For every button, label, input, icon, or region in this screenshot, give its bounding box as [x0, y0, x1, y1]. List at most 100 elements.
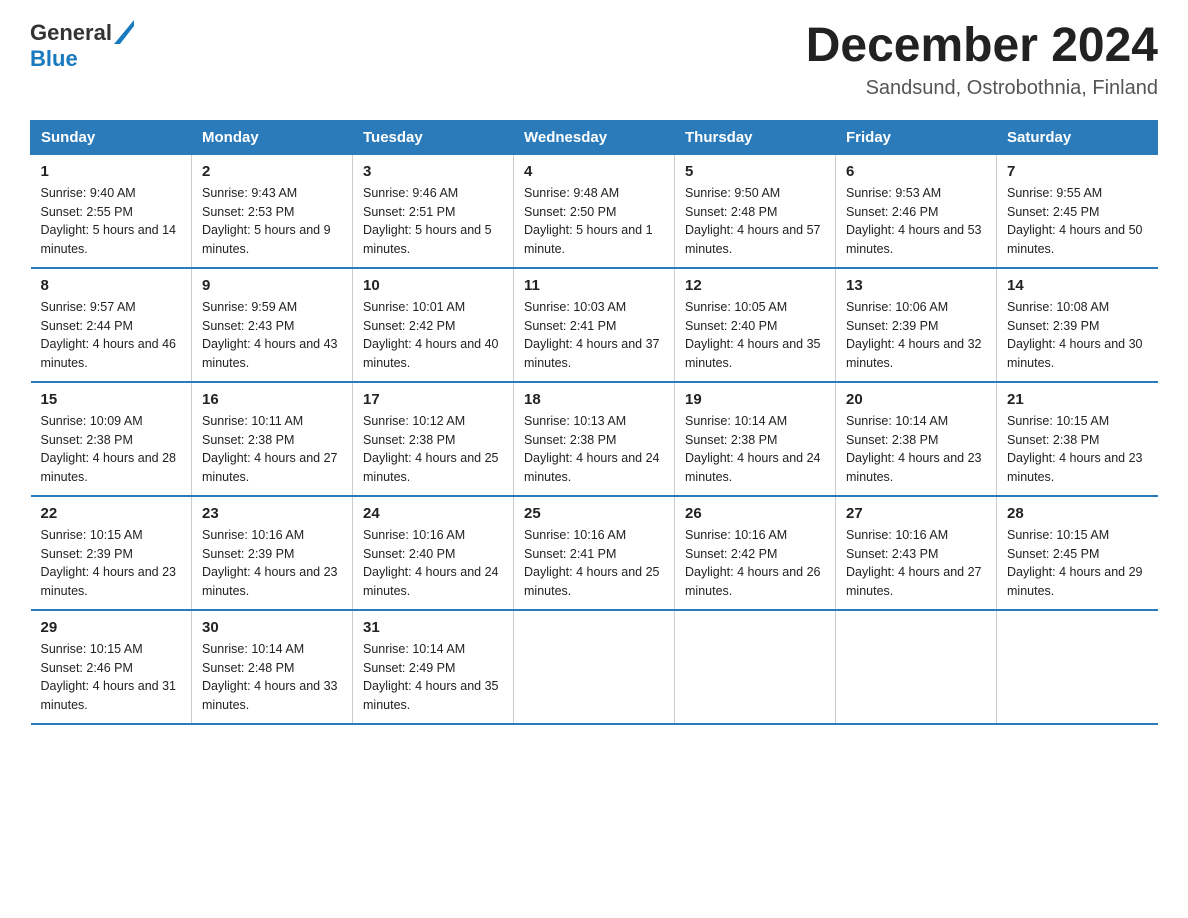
table-row: 15 Sunrise: 10:09 AM Sunset: 2:38 PM Day…	[31, 382, 192, 496]
table-row: 14 Sunrise: 10:08 AM Sunset: 2:39 PM Day…	[997, 268, 1158, 382]
day-number: 20	[846, 391, 986, 408]
day-number: 6	[846, 163, 986, 180]
header-friday: Friday	[836, 120, 997, 154]
day-info: Sunrise: 9:46 AM Sunset: 2:51 PM Dayligh…	[363, 184, 503, 259]
table-row: 1 Sunrise: 9:40 AM Sunset: 2:55 PM Dayli…	[31, 154, 192, 268]
day-info: Sunrise: 10:16 AM Sunset: 2:39 PM Daylig…	[202, 526, 342, 601]
day-info: Sunrise: 10:15 AM Sunset: 2:46 PM Daylig…	[41, 640, 182, 715]
day-number: 14	[1007, 277, 1148, 294]
table-row: 29 Sunrise: 10:15 AM Sunset: 2:46 PM Day…	[31, 610, 192, 724]
day-info: Sunrise: 10:16 AM Sunset: 2:40 PM Daylig…	[363, 526, 503, 601]
day-number: 24	[363, 505, 503, 522]
header-saturday: Saturday	[997, 120, 1158, 154]
day-number: 10	[363, 277, 503, 294]
day-info: Sunrise: 10:03 AM Sunset: 2:41 PM Daylig…	[524, 298, 664, 373]
day-number: 5	[685, 163, 825, 180]
day-number: 25	[524, 505, 664, 522]
page-header: General Blue December 2024 Sandsund, Ost…	[30, 20, 1158, 100]
location-subtitle: Sandsund, Ostrobothnia, Finland	[806, 77, 1158, 100]
day-info: Sunrise: 10:14 AM Sunset: 2:48 PM Daylig…	[202, 640, 342, 715]
calendar-week-row: 22 Sunrise: 10:15 AM Sunset: 2:39 PM Day…	[31, 496, 1158, 610]
table-row: 27 Sunrise: 10:16 AM Sunset: 2:43 PM Day…	[836, 496, 997, 610]
day-number: 3	[363, 163, 503, 180]
title-section: December 2024 Sandsund, Ostrobothnia, Fi…	[806, 20, 1158, 100]
table-row: 31 Sunrise: 10:14 AM Sunset: 2:49 PM Day…	[353, 610, 514, 724]
day-info: Sunrise: 10:14 AM Sunset: 2:38 PM Daylig…	[685, 412, 825, 487]
table-row	[514, 610, 675, 724]
day-info: Sunrise: 9:57 AM Sunset: 2:44 PM Dayligh…	[41, 298, 182, 373]
day-number: 27	[846, 505, 986, 522]
day-info: Sunrise: 10:15 AM Sunset: 2:38 PM Daylig…	[1007, 412, 1148, 487]
table-row: 21 Sunrise: 10:15 AM Sunset: 2:38 PM Day…	[997, 382, 1158, 496]
day-number: 8	[41, 277, 182, 294]
day-info: Sunrise: 9:48 AM Sunset: 2:50 PM Dayligh…	[524, 184, 664, 259]
table-row: 28 Sunrise: 10:15 AM Sunset: 2:45 PM Day…	[997, 496, 1158, 610]
day-info: Sunrise: 10:12 AM Sunset: 2:38 PM Daylig…	[363, 412, 503, 487]
header-sunday: Sunday	[31, 120, 192, 154]
calendar-table: Sunday Monday Tuesday Wednesday Thursday…	[30, 120, 1158, 725]
day-info: Sunrise: 9:59 AM Sunset: 2:43 PM Dayligh…	[202, 298, 342, 373]
day-info: Sunrise: 9:53 AM Sunset: 2:46 PM Dayligh…	[846, 184, 986, 259]
header-wednesday: Wednesday	[514, 120, 675, 154]
header-tuesday: Tuesday	[353, 120, 514, 154]
table-row: 16 Sunrise: 10:11 AM Sunset: 2:38 PM Day…	[192, 382, 353, 496]
day-number: 30	[202, 619, 342, 636]
header-thursday: Thursday	[675, 120, 836, 154]
table-row: 17 Sunrise: 10:12 AM Sunset: 2:38 PM Day…	[353, 382, 514, 496]
table-row: 4 Sunrise: 9:48 AM Sunset: 2:50 PM Dayli…	[514, 154, 675, 268]
day-number: 29	[41, 619, 182, 636]
day-info: Sunrise: 10:16 AM Sunset: 2:43 PM Daylig…	[846, 526, 986, 601]
day-info: Sunrise: 10:13 AM Sunset: 2:38 PM Daylig…	[524, 412, 664, 487]
table-row: 2 Sunrise: 9:43 AM Sunset: 2:53 PM Dayli…	[192, 154, 353, 268]
table-row: 12 Sunrise: 10:05 AM Sunset: 2:40 PM Day…	[675, 268, 836, 382]
day-number: 4	[524, 163, 664, 180]
day-info: Sunrise: 10:15 AM Sunset: 2:39 PM Daylig…	[41, 526, 182, 601]
day-number: 13	[846, 277, 986, 294]
day-info: Sunrise: 10:14 AM Sunset: 2:49 PM Daylig…	[363, 640, 503, 715]
day-info: Sunrise: 9:55 AM Sunset: 2:45 PM Dayligh…	[1007, 184, 1148, 259]
logo: General Blue	[30, 20, 134, 71]
month-title: December 2024	[806, 20, 1158, 73]
day-number: 17	[363, 391, 503, 408]
day-info: Sunrise: 10:05 AM Sunset: 2:40 PM Daylig…	[685, 298, 825, 373]
table-row: 13 Sunrise: 10:06 AM Sunset: 2:39 PM Day…	[836, 268, 997, 382]
table-row: 11 Sunrise: 10:03 AM Sunset: 2:41 PM Day…	[514, 268, 675, 382]
table-row: 7 Sunrise: 9:55 AM Sunset: 2:45 PM Dayli…	[997, 154, 1158, 268]
table-row	[997, 610, 1158, 724]
day-number: 2	[202, 163, 342, 180]
day-number: 1	[41, 163, 182, 180]
calendar-week-row: 15 Sunrise: 10:09 AM Sunset: 2:38 PM Day…	[31, 382, 1158, 496]
logo-arrow-icon	[114, 20, 134, 44]
calendar-week-row: 29 Sunrise: 10:15 AM Sunset: 2:46 PM Day…	[31, 610, 1158, 724]
day-info: Sunrise: 10:06 AM Sunset: 2:39 PM Daylig…	[846, 298, 986, 373]
day-info: Sunrise: 9:43 AM Sunset: 2:53 PM Dayligh…	[202, 184, 342, 259]
calendar-header-row: Sunday Monday Tuesday Wednesday Thursday…	[31, 120, 1158, 154]
day-info: Sunrise: 10:14 AM Sunset: 2:38 PM Daylig…	[846, 412, 986, 487]
table-row: 10 Sunrise: 10:01 AM Sunset: 2:42 PM Day…	[353, 268, 514, 382]
table-row: 23 Sunrise: 10:16 AM Sunset: 2:39 PM Day…	[192, 496, 353, 610]
day-info: Sunrise: 10:15 AM Sunset: 2:45 PM Daylig…	[1007, 526, 1148, 601]
day-number: 26	[685, 505, 825, 522]
day-number: 9	[202, 277, 342, 294]
day-number: 16	[202, 391, 342, 408]
table-row: 24 Sunrise: 10:16 AM Sunset: 2:40 PM Day…	[353, 496, 514, 610]
table-row: 26 Sunrise: 10:16 AM Sunset: 2:42 PM Day…	[675, 496, 836, 610]
day-info: Sunrise: 10:16 AM Sunset: 2:42 PM Daylig…	[685, 526, 825, 601]
table-row: 6 Sunrise: 9:53 AM Sunset: 2:46 PM Dayli…	[836, 154, 997, 268]
day-number: 15	[41, 391, 182, 408]
day-info: Sunrise: 10:09 AM Sunset: 2:38 PM Daylig…	[41, 412, 182, 487]
day-number: 12	[685, 277, 825, 294]
day-number: 7	[1007, 163, 1148, 180]
table-row: 18 Sunrise: 10:13 AM Sunset: 2:38 PM Day…	[514, 382, 675, 496]
day-number: 22	[41, 505, 182, 522]
table-row: 25 Sunrise: 10:16 AM Sunset: 2:41 PM Day…	[514, 496, 675, 610]
header-monday: Monday	[192, 120, 353, 154]
day-info: Sunrise: 10:08 AM Sunset: 2:39 PM Daylig…	[1007, 298, 1148, 373]
table-row: 20 Sunrise: 10:14 AM Sunset: 2:38 PM Day…	[836, 382, 997, 496]
day-info: Sunrise: 10:11 AM Sunset: 2:38 PM Daylig…	[202, 412, 342, 487]
logo-blue-text: Blue	[30, 46, 134, 71]
day-info: Sunrise: 9:50 AM Sunset: 2:48 PM Dayligh…	[685, 184, 825, 259]
day-number: 11	[524, 277, 664, 294]
table-row: 22 Sunrise: 10:15 AM Sunset: 2:39 PM Day…	[31, 496, 192, 610]
table-row: 8 Sunrise: 9:57 AM Sunset: 2:44 PM Dayli…	[31, 268, 192, 382]
